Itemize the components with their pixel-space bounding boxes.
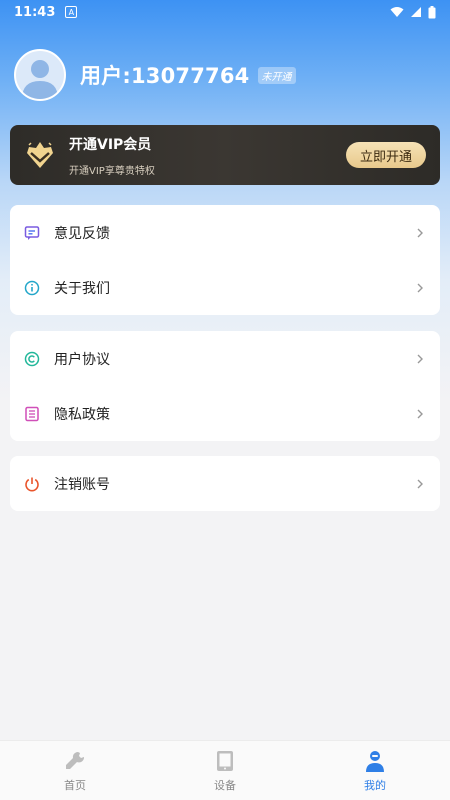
nav-tab-device[interactable]: 设备 <box>150 741 300 800</box>
chevron-right-icon <box>417 479 423 488</box>
menu-item-label: 意见反馈 <box>54 225 110 242</box>
nav-label: 我的 <box>364 778 386 792</box>
menu-item-label: 注销账号 <box>54 476 110 493</box>
list-icon <box>24 406 40 422</box>
username: 用户:13077764 <box>80 64 250 88</box>
menu-group-2: 用户协议 隐私政策 <box>10 331 440 441</box>
diamond-crown-icon <box>27 142 53 168</box>
battery-icon <box>428 5 436 18</box>
status-icons <box>390 5 436 19</box>
menu-item-privacy-policy[interactable]: 隐私政策 <box>10 386 440 441</box>
vip-title: 开通VIP会员 <box>69 136 152 153</box>
tablet-icon <box>217 750 233 771</box>
notification-icon: A <box>65 6 78 18</box>
user-icon <box>366 750 384 772</box>
nav-tab-mine[interactable]: 我的 <box>300 741 450 800</box>
info-icon <box>24 280 40 296</box>
wifi-icon <box>390 7 404 17</box>
status-bar: 11:43 A <box>0 0 450 24</box>
chevron-right-icon <box>417 409 423 418</box>
nav-tab-home[interactable]: 首页 <box>0 741 150 800</box>
vip-subtitle: 开通VIP享尊贵特权 <box>69 165 155 177</box>
default-avatar-icon <box>22 60 58 99</box>
chevron-right-icon <box>417 283 423 292</box>
menu-group-3: 注销账号 <box>10 456 440 511</box>
chevron-right-icon <box>417 228 423 237</box>
avatar[interactable] <box>14 49 66 101</box>
open-vip-button[interactable]: 立即开通 <box>346 142 426 168</box>
menu-item-label: 用户协议 <box>54 351 110 368</box>
bottom-navigation: 首页 设备 我的 <box>0 740 450 800</box>
chevron-right-icon <box>417 354 423 363</box>
profile-header: 用户:13077764 未开通 <box>14 48 296 102</box>
signal-icon <box>411 7 421 17</box>
menu-item-feedback[interactable]: 意见反馈 <box>10 205 440 260</box>
nav-label: 首页 <box>64 778 86 792</box>
feedback-icon <box>24 225 40 241</box>
menu-item-user-agreement[interactable]: 用户协议 <box>10 331 440 386</box>
menu-item-label: 隐私政策 <box>54 406 110 423</box>
menu-item-delete-account[interactable]: 注销账号 <box>10 456 440 511</box>
menu-group-1: 意见反馈 关于我们 <box>10 205 440 315</box>
menu-item-label: 关于我们 <box>54 280 110 297</box>
menu-item-about[interactable]: 关于我们 <box>10 260 440 315</box>
vip-card[interactable]: 开通VIP会员 开通VIP享尊贵特权 立即开通 <box>10 125 440 185</box>
nav-label: 设备 <box>214 778 236 792</box>
vip-status-badge: 未开通 <box>257 66 296 84</box>
power-icon <box>24 476 40 492</box>
copyright-icon <box>24 351 40 367</box>
wrench-icon <box>66 751 85 769</box>
status-time: 11:43 <box>14 4 56 20</box>
